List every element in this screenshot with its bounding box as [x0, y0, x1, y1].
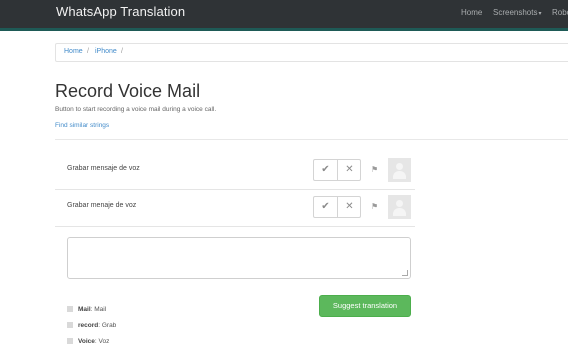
reject-button[interactable]: ✕ — [338, 197, 361, 217]
glossary-translation: : Voz — [94, 338, 110, 345]
breadcrumb-iphone[interactable]: iPhone — [95, 48, 117, 55]
page-description: Button to start recording a voice mail d… — [55, 106, 217, 113]
vote-button-group: ✔ ✕ — [313, 196, 361, 218]
breadcrumb-home[interactable]: Home — [64, 48, 83, 55]
check-icon: ✔ — [321, 201, 330, 212]
resize-handle-icon[interactable] — [402, 270, 408, 276]
glossary-bullet-icon — [67, 338, 73, 345]
breadcrumb-separator: / — [121, 48, 123, 55]
approve-button[interactable]: ✔ — [314, 160, 338, 180]
page-title: Record Voice Mail — [55, 81, 201, 101]
nav-screenshots-link[interactable]: Screenshots▾ — [493, 8, 541, 17]
nav-robo-link[interactable]: Robo — [552, 8, 568, 17]
divider — [55, 139, 568, 140]
reject-button[interactable]: ✕ — [338, 160, 361, 180]
nav-screenshots-label: Screenshots — [493, 8, 538, 17]
glossary-bullet-icon — [67, 306, 73, 313]
close-icon: ✕ — [345, 201, 354, 212]
check-icon: ✔ — [321, 164, 330, 175]
translation-text: Grabar menaje de voz — [67, 202, 137, 209]
glossary-item: Mail: Mail — [67, 306, 106, 313]
find-similar-strings-link[interactable]: Find similar strings — [55, 122, 109, 129]
approve-button[interactable]: ✔ — [314, 197, 338, 217]
flag-icon[interactable]: ⚑ — [371, 202, 378, 211]
avatar[interactable] — [388, 158, 411, 182]
breadcrumb-separator: / — [87, 48, 89, 55]
user-icon — [396, 163, 403, 170]
close-icon: ✕ — [345, 164, 354, 175]
suggestion-textarea[interactable] — [67, 237, 411, 279]
glossary-bullet-icon — [67, 322, 73, 329]
user-icon — [396, 200, 403, 207]
glossary-translation: : Grab — [98, 322, 117, 329]
glossary-item: Voice: Voz — [67, 338, 109, 345]
brand-title[interactable]: WhatsApp Translation — [56, 4, 185, 19]
glossary-translation: : Mail — [90, 306, 107, 313]
top-navbar: WhatsApp Translation Home Screenshots▾ R… — [0, 0, 568, 31]
vote-button-group: ✔ ✕ — [313, 159, 361, 181]
translation-text: Grabar mensaje de voz — [67, 165, 140, 172]
translation-row: Grabar mensaje de voz ✔ ✕ ⚑ — [55, 153, 415, 190]
glossary-term: Mail — [78, 306, 91, 313]
nav-home-link[interactable]: Home — [461, 8, 482, 17]
glossary-term: Voice — [78, 338, 95, 345]
chevron-down-icon: ▾ — [538, 11, 542, 17]
breadcrumb: Home / iPhone / — [55, 43, 568, 62]
glossary-item: record: Grab — [67, 322, 116, 329]
glossary-term: record — [78, 322, 99, 329]
avatar[interactable] — [388, 195, 411, 219]
suggest-translation-button[interactable]: Suggest translation — [319, 295, 411, 317]
flag-icon[interactable]: ⚑ — [371, 165, 378, 174]
translation-row: Grabar menaje de voz ✔ ✕ ⚑ — [55, 190, 415, 227]
